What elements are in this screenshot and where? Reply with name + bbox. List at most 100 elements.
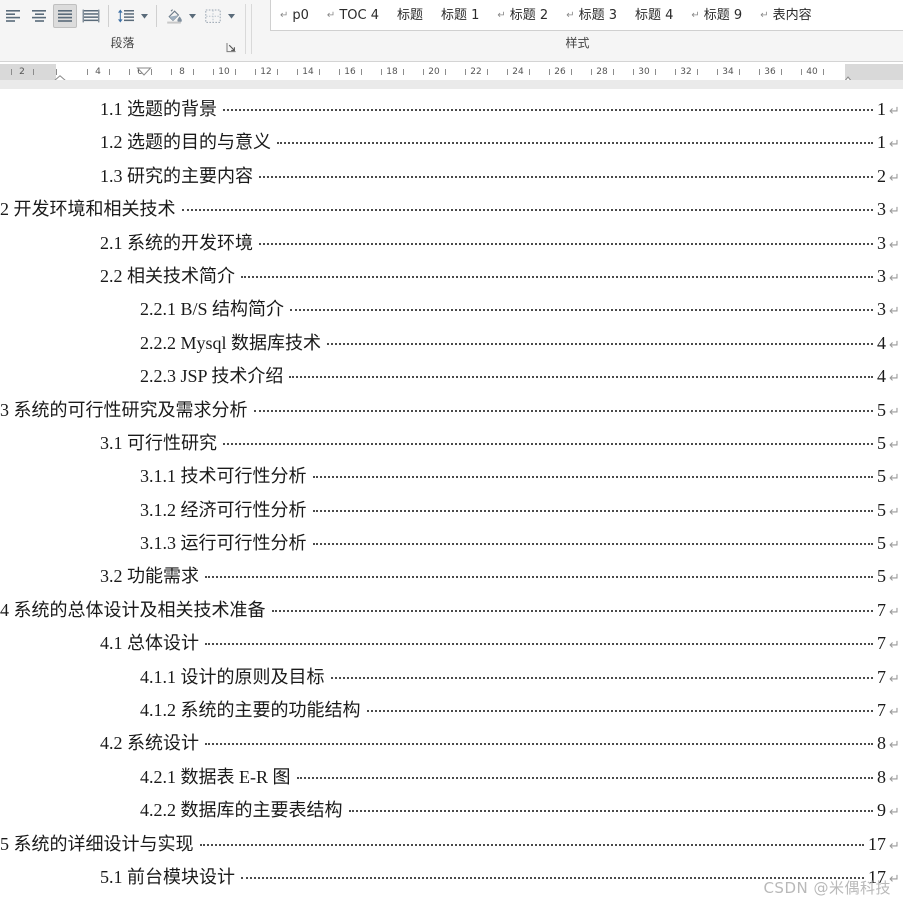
ruler-tick bbox=[109, 69, 110, 75]
toc-entry[interactable]: 2 开发环境和相关技术 3 ↵ bbox=[0, 195, 903, 228]
ruler-number: 2 bbox=[19, 67, 25, 77]
style-item-2[interactable]: 标题 bbox=[388, 1, 432, 30]
style-item-label: 标题 4 bbox=[634, 7, 674, 23]
ruler-tick bbox=[11, 69, 12, 75]
toc-entry[interactable]: 4.1.1 设计的原则及目标 7 ↵ bbox=[0, 663, 903, 696]
ruler-number: 8 bbox=[179, 67, 185, 77]
table-of-contents[interactable]: 1.1 选题的背景 1 ↵ 1.2 选题的目的与意义 1 ↵ 1.3 研究的主要内容 2 ↵ 2 … bbox=[0, 89, 903, 896]
ruler-tick bbox=[717, 69, 718, 75]
pilcrow-icon: ↵ bbox=[326, 9, 336, 21]
toc-entry[interactable]: 3.1.1 技术可行性分析 5 ↵ bbox=[0, 462, 903, 495]
ruler-tick bbox=[759, 69, 760, 75]
toc-entry[interactable]: 1.3 研究的主要内容 2 ↵ bbox=[0, 162, 903, 195]
toc-entry-title: 2.1 系统的开发环境 bbox=[100, 232, 253, 253]
distribute-icon[interactable] bbox=[79, 4, 103, 28]
ribbon-group-styles: ↵ p0 ↵ TOC 4 标题 标题 1 ↵ 标题 2 ↵ 标题 3 标题 4 … bbox=[252, 0, 903, 61]
paragraph-mark-icon: ↵ bbox=[889, 337, 900, 353]
line-spacing-icon[interactable] bbox=[114, 4, 138, 28]
ruler-tick bbox=[613, 69, 614, 75]
toc-leader-dots bbox=[330, 676, 873, 679]
toc-entry[interactable]: 2.2.3 JSP 技术介绍 4 ↵ bbox=[0, 362, 903, 395]
ruler-number: 40 bbox=[806, 67, 818, 77]
ruler-number: 20 bbox=[428, 67, 440, 77]
style-item-7[interactable]: ↵ 标题 9 bbox=[682, 1, 751, 30]
align-left-icon[interactable] bbox=[1, 4, 25, 28]
style-item-6[interactable]: 标题 4 bbox=[626, 1, 682, 30]
ruler-tick bbox=[465, 69, 466, 75]
toc-entry[interactable]: 1.2 选题的目的与意义 1 ↵ bbox=[0, 128, 903, 161]
ruler-number: 14 bbox=[302, 67, 314, 77]
toc-entry[interactable]: 3.1.3 运行可行性分析 5 ↵ bbox=[0, 529, 903, 562]
style-item-8[interactable]: ↵ 表内容 bbox=[751, 1, 820, 30]
toc-entry[interactable]: 4.1.2 系统的主要的功能结构 7 ↵ bbox=[0, 696, 903, 729]
toc-entry[interactable]: 5 系统的详细设计与实现 17 ↵ bbox=[0, 830, 903, 863]
style-item-0[interactable]: ↵ p0 bbox=[271, 1, 318, 30]
ruler-number: 36 bbox=[764, 67, 776, 77]
borders-dropdown-caret-icon[interactable] bbox=[226, 5, 237, 27]
ribbon-group-paragraph: 段落 bbox=[0, 0, 245, 61]
toc-entry[interactable]: 1.1 选题的背景 1 ↵ bbox=[0, 95, 903, 128]
align-justify-icon[interactable] bbox=[53, 4, 77, 28]
first-line-indent-marker[interactable] bbox=[136, 63, 152, 81]
toc-entry[interactable]: 3.1 可行性研究 5 ↵ bbox=[0, 429, 903, 462]
ruler-tick bbox=[529, 69, 530, 75]
style-item-5[interactable]: ↵ 标题 3 bbox=[557, 1, 626, 30]
toc-entry-title: 3.1 可行性研究 bbox=[100, 432, 217, 453]
shading-icon[interactable] bbox=[162, 4, 186, 28]
style-item-label: 标题 9 bbox=[703, 7, 743, 23]
ruler-tick bbox=[823, 69, 824, 75]
toc-entry-page-number: 4 bbox=[877, 366, 886, 387]
paragraph-toolbar bbox=[0, 0, 239, 32]
toc-leader-dots bbox=[205, 643, 873, 646]
toc-entry-page-number: 5 bbox=[877, 533, 886, 554]
toc-entry-title: 2.2.3 JSP 技术介绍 bbox=[140, 366, 284, 387]
borders-icon[interactable] bbox=[201, 4, 225, 28]
paragraph-dialog-launcher[interactable] bbox=[226, 40, 237, 53]
align-center-icon[interactable] bbox=[27, 4, 51, 28]
toc-leader-dots bbox=[241, 876, 864, 879]
toc-entry[interactable]: 2.1 系统的开发环境 3 ↵ bbox=[0, 229, 903, 262]
ruler-number: 24 bbox=[512, 67, 524, 77]
toc-entry[interactable]: 4.2.2 数据库的主要表结构 9 ↵ bbox=[0, 796, 903, 829]
paragraph-mark-icon: ↵ bbox=[889, 638, 900, 654]
style-item-3[interactable]: 标题 1 bbox=[432, 1, 488, 30]
line-spacing-dropdown-caret-icon[interactable] bbox=[139, 5, 150, 27]
toc-leader-dots bbox=[312, 476, 873, 479]
toc-leader-dots bbox=[312, 509, 873, 512]
toc-entry[interactable]: 4 系统的总体设计及相关技术准备 7 ↵ bbox=[0, 596, 903, 629]
ruler-number: 22 bbox=[470, 67, 482, 77]
toc-entry[interactable]: 3 系统的可行性研究及需求分析 5 ↵ bbox=[0, 396, 903, 429]
toc-entry[interactable]: 4.1 总体设计 7 ↵ bbox=[0, 629, 903, 662]
styles-gallery[interactable]: ↵ p0 ↵ TOC 4 标题 标题 1 ↵ 标题 2 ↵ 标题 3 标题 4 … bbox=[270, 0, 903, 31]
style-item-1[interactable]: ↵ TOC 4 bbox=[318, 1, 388, 30]
toc-leader-dots bbox=[205, 576, 873, 579]
pilcrow-icon: ↵ bbox=[760, 9, 769, 21]
toc-entry-page-number: 5 bbox=[877, 499, 886, 520]
toc-entry[interactable]: 4.2 系统设计 8 ↵ bbox=[0, 729, 903, 762]
pilcrow-icon: ↵ bbox=[691, 9, 700, 21]
ruler-tick bbox=[507, 69, 508, 75]
ruler-number: 26 bbox=[554, 67, 566, 77]
document-canvas[interactable]: 1.1 选题的背景 1 ↵ 1.2 选题的目的与意义 1 ↵ 1.3 研究的主要内容 2 ↵ 2 … bbox=[0, 89, 903, 904]
toc-entry[interactable]: 4.2.1 数据表 E-R 图 8 ↵ bbox=[0, 763, 903, 796]
toc-entry[interactable]: 3.2 功能需求 5 ↵ bbox=[0, 562, 903, 595]
toc-entry-title: 3 系统的可行性研究及需求分析 bbox=[0, 399, 248, 420]
toc-entry-page-number: 4 bbox=[877, 332, 886, 353]
toc-leader-dots bbox=[205, 743, 873, 746]
paragraph-mark-icon: ↵ bbox=[889, 170, 900, 186]
toc-entry[interactable]: 2.2 相关技术简介 3 ↵ bbox=[0, 262, 903, 295]
toolbar-separator-2 bbox=[156, 5, 157, 27]
style-item-4[interactable]: ↵ 标题 2 bbox=[488, 1, 557, 30]
toc-entry-page-number: 3 bbox=[877, 265, 886, 286]
ruler-number: 18 bbox=[386, 67, 398, 77]
toc-entry[interactable]: 2.2.2 Mysql 数据库技术 4 ↵ bbox=[0, 329, 903, 362]
toc-entry[interactable]: 3.1.2 经济可行性分析 5 ↵ bbox=[0, 496, 903, 529]
ruler-tick bbox=[633, 69, 634, 75]
shading-dropdown-caret-icon[interactable] bbox=[187, 5, 198, 27]
paragraph-mark-icon: ↵ bbox=[889, 771, 900, 787]
toc-entry[interactable]: 2.2.1 B/S 结构简介 3 ↵ bbox=[0, 295, 903, 328]
horizontal-ruler[interactable]: 2 4 6 8 10 12 14 16 18 20 22 24 26 28 30 32 34 36 40 bbox=[0, 62, 903, 89]
toc-entry[interactable]: 5.1 前台模块设计 17 ↵ bbox=[0, 863, 903, 896]
ruler-tick bbox=[739, 69, 740, 75]
style-item-label: 表内容 bbox=[772, 7, 812, 23]
